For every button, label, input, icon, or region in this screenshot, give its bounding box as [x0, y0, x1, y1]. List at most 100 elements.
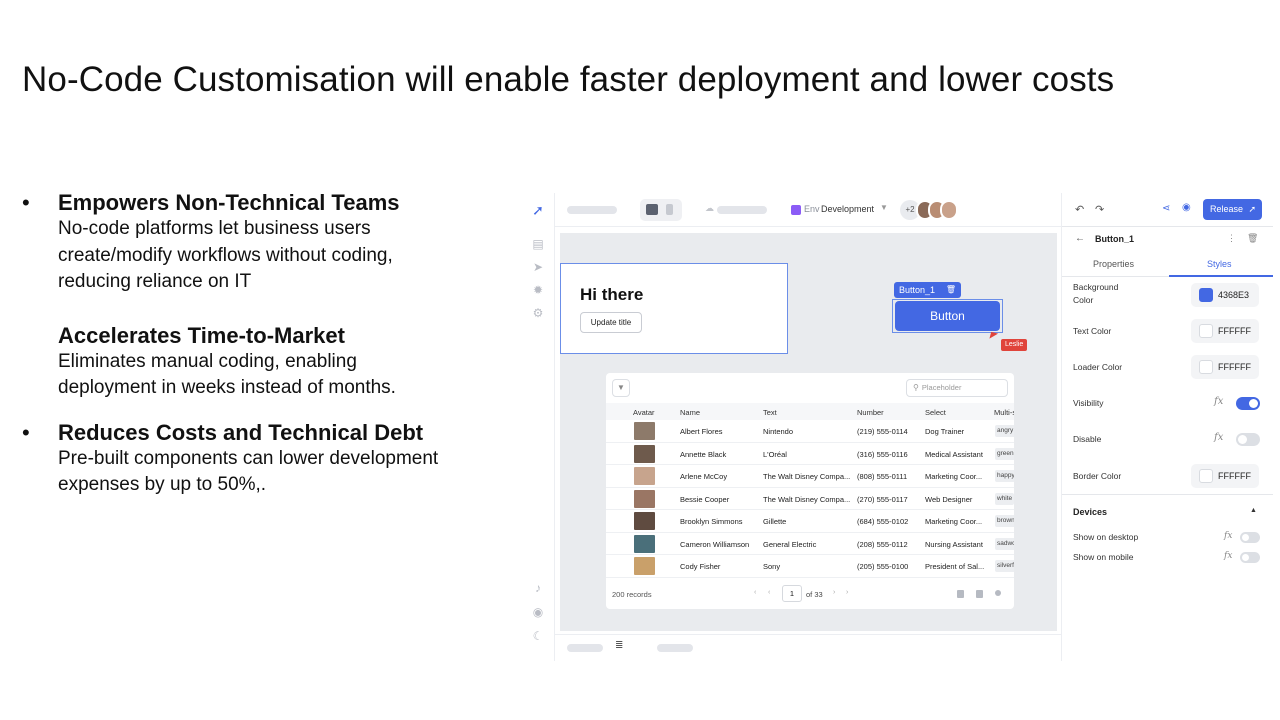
tab-styles[interactable]: Styles: [1207, 259, 1232, 269]
back-arrow-icon[interactable]: ←: [1075, 233, 1085, 244]
panel-tabs: Properties Styles: [1062, 253, 1273, 277]
settings-icon[interactable]: ⚙: [531, 306, 545, 320]
cloud-icon: ☁: [705, 203, 714, 213]
text-container-widget[interactable]: Hi there Update title: [560, 263, 788, 354]
pages-icon[interactable]: ▤: [531, 237, 545, 251]
tab-properties[interactable]: Properties: [1093, 259, 1134, 269]
table-cell-text: The Walt Disney Compa...: [763, 472, 851, 481]
prev-page-icon[interactable]: ‹: [754, 589, 756, 596]
avatar: [940, 200, 958, 220]
desktop-icon[interactable]: [646, 204, 658, 215]
table-row[interactable]: Bessie Cooper The Walt Disney Compa... (27…: [606, 488, 1014, 510]
table-row[interactable]: Cody Fisher Sony (205) 555-0100 President o…: [606, 555, 1014, 578]
disable-label: Disable: [1073, 434, 1102, 444]
delete-icon[interactable]: 🗑: [1247, 233, 1258, 244]
notifications-icon[interactable]: ♪: [531, 581, 545, 595]
chevron-up-icon[interactable]: ▲: [1250, 507, 1257, 514]
design-canvas[interactable]: Hi there Update title Button_1 🗑 Button …: [560, 233, 1057, 631]
list-icon[interactable]: ≣: [615, 640, 623, 651]
selected-component-tag[interactable]: Button_1 🗑: [894, 282, 961, 298]
bullet-item: • Reduces Costs and Technical Debt Pre-b…: [22, 420, 492, 499]
table-cell-select: Marketing Coor...: [925, 517, 983, 526]
column-header[interactable]: Select: [925, 408, 946, 417]
table-cell-text: Sony: [763, 562, 781, 571]
add-row-icon[interactable]: [957, 590, 964, 598]
table-footer: 200 records ‹ ‹ 1 of 33 › ›: [606, 581, 1014, 609]
next-icon[interactable]: ›: [833, 589, 835, 596]
device-toggle[interactable]: [640, 199, 682, 221]
background-color-input[interactable]: 4368E3: [1191, 283, 1259, 307]
record-count: 200 records: [612, 590, 652, 599]
table-row[interactable]: Albert Flores Nintendo (219) 555-0114 Dog T…: [606, 420, 1014, 443]
download-icon[interactable]: [976, 590, 983, 598]
multi-select-chip: greenl: [995, 447, 1014, 460]
devices-section-title[interactable]: Devices: [1073, 507, 1107, 517]
table-cell-select: Dog Trainer: [925, 427, 965, 436]
active-tab-indicator: [1169, 275, 1273, 277]
disable-toggle[interactable]: [1236, 433, 1260, 446]
chat-icon[interactable]: ◉: [531, 605, 545, 619]
search-placeholder: Placeholder: [921, 383, 962, 392]
column-header[interactable]: Text: [763, 408, 777, 417]
table-row[interactable]: Annette Black L'Oréal (316) 555-0116 Medica…: [606, 443, 1014, 465]
environment-icon: [791, 205, 801, 215]
filter-icon[interactable]: ▼: [612, 379, 630, 397]
table-widget[interactable]: ▼ ⚲ Placeholder Avatar Name Text Number S…: [606, 373, 1014, 609]
rocket-icon[interactable]: ➚: [531, 203, 545, 217]
visibility-toggle[interactable]: [1236, 397, 1260, 410]
column-header[interactable]: Name: [680, 408, 700, 417]
multi-select-chip: silverf: [995, 560, 1014, 572]
fx-icon[interactable]: fx: [1214, 432, 1223, 443]
release-button[interactable]: Release ➚: [1203, 199, 1262, 220]
show-desktop-toggle[interactable]: [1240, 532, 1260, 543]
bullet-dot-icon: •: [22, 419, 30, 445]
prev-icon[interactable]: ‹: [768, 589, 770, 596]
update-title-button[interactable]: Update title: [580, 312, 642, 333]
border-color-input[interactable]: FFFFFF: [1191, 464, 1259, 488]
column-header[interactable]: Avatar: [633, 408, 655, 417]
app-name-placeholder: [567, 206, 617, 214]
table-row[interactable]: Brooklyn Simmons Gillette (684) 555-0102 Ma…: [606, 510, 1014, 533]
loader-color-input[interactable]: FFFFFF: [1191, 355, 1259, 379]
table-row[interactable]: Arlene McCoy The Walt Disney Compa... (808…: [606, 465, 1014, 488]
undo-icon[interactable]: ↶: [1075, 203, 1084, 216]
column-header[interactable]: Number: [857, 408, 884, 417]
fx-icon[interactable]: fx: [1224, 551, 1232, 561]
pointer-icon[interactable]: ➤: [531, 260, 545, 274]
fx-icon[interactable]: fx: [1214, 396, 1223, 407]
table-cell-select: Web Designer: [925, 494, 973, 504]
show-mobile-toggle[interactable]: [1240, 552, 1260, 563]
table-search-input[interactable]: ⚲ Placeholder: [906, 379, 1008, 397]
color-swatch: [1199, 469, 1213, 483]
page-number-input[interactable]: 1: [782, 585, 802, 602]
column-header[interactable]: Multi-s: [994, 408, 1014, 417]
bullet-dot-icon: •: [22, 190, 30, 215]
fx-icon[interactable]: fx: [1224, 531, 1232, 541]
mobile-icon[interactable]: [666, 204, 673, 215]
loader-color-label: Loader Color: [1073, 362, 1123, 372]
button-widget[interactable]: Button: [895, 301, 1000, 331]
table-cell-name: Annette Black: [680, 449, 727, 459]
table-cell-text: The Walt Disney Compa...: [763, 494, 851, 504]
avatar: [634, 444, 655, 463]
collaborator-avatars[interactable]: +2: [900, 200, 970, 220]
redo-icon[interactable]: ↷: [1095, 203, 1104, 216]
theme-moon-icon[interactable]: ☾: [531, 629, 545, 643]
table-row[interactable]: Cameron Williamson General Electric (208) …: [606, 533, 1014, 555]
show-desktop-label: Show on desktop: [1073, 532, 1139, 542]
chevron-down-icon[interactable]: ▼: [880, 203, 888, 212]
rocket-icon: ➚: [1248, 204, 1256, 214]
share-icon[interactable]: ⋖: [1162, 203, 1170, 214]
preview-icon[interactable]: ◉: [1182, 202, 1191, 213]
trash-icon[interactable]: 🗑: [946, 282, 956, 298]
environment-select[interactable]: Development: [821, 204, 874, 214]
more-options-icon[interactable]: ⋮: [1227, 233, 1236, 244]
table-cell-number: (208) 555-0112: [857, 539, 908, 549]
bug-icon[interactable]: ✹: [531, 283, 545, 297]
next-page-icon[interactable]: ›: [846, 589, 848, 596]
text-color-input[interactable]: FFFFFF: [1191, 319, 1259, 343]
table-cell-text: L'Oréal: [763, 449, 787, 459]
eye-icon[interactable]: [995, 590, 1001, 596]
table-cell-number: (684) 555-0102: [857, 517, 909, 526]
search-icon: ⚲: [913, 383, 919, 392]
